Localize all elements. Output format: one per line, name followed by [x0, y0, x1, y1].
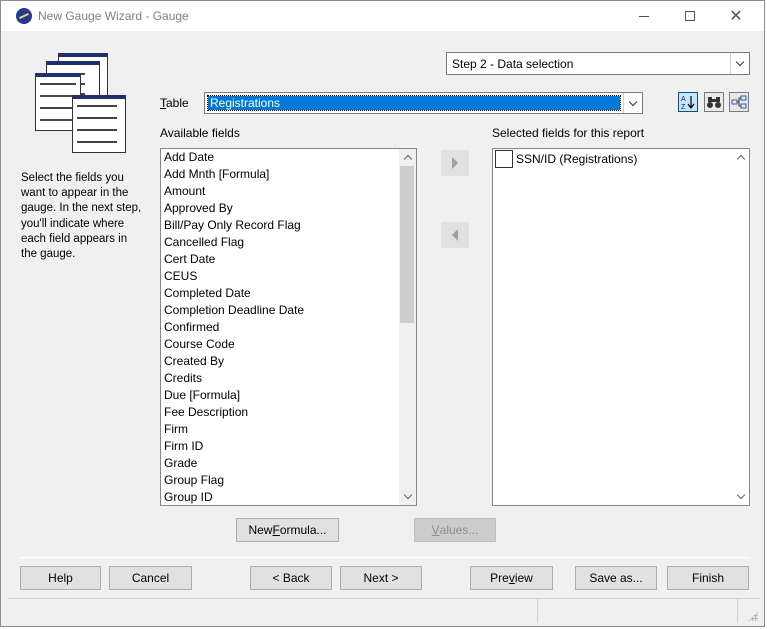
arrow-right-icon — [452, 157, 458, 169]
available-list-scrollbar[interactable] — [399, 149, 416, 505]
list-item[interactable]: Firm — [161, 421, 399, 438]
minimize-icon — [639, 15, 649, 17]
add-field-button[interactable] — [441, 150, 469, 176]
list-item[interactable]: Fee Description — [161, 404, 399, 421]
scroll-up-button[interactable] — [399, 149, 416, 166]
step-select-value: Step 2 - Data selection — [452, 57, 574, 71]
tree-view-button[interactable] — [729, 92, 749, 112]
svg-text:A: A — [681, 96, 686, 103]
list-item[interactable]: CEUS — [161, 268, 399, 285]
table-select[interactable]: Registrations — [204, 92, 643, 114]
chevron-down-icon — [736, 490, 745, 500]
chevron-down-icon — [403, 490, 412, 500]
available-fields-list[interactable]: Add Date Add Mnth [Formula] Amount Approved… — [160, 148, 417, 506]
scroll-thumb[interactable] — [400, 166, 414, 323]
app-icon — [16, 8, 32, 24]
status-pane — [8, 599, 538, 623]
separator — [20, 557, 750, 558]
next-button[interactable]: Next > — [340, 566, 422, 590]
instructions-text: Select the fields you want to appear in … — [21, 172, 142, 261]
scroll-up-button[interactable] — [732, 149, 749, 166]
list-item[interactable]: Cancelled Flag — [161, 234, 399, 251]
wizard-window: New Gauge Wizard - Gauge ✕ Select the fi… — [0, 0, 765, 627]
chevron-down-icon — [623, 93, 642, 113]
help-button[interactable]: Help — [20, 566, 101, 590]
maximize-icon — [685, 11, 695, 21]
resize-grip-icon[interactable] — [748, 611, 758, 621]
table-select-value: Registrations — [207, 95, 621, 111]
minimize-button[interactable] — [621, 1, 667, 31]
close-button[interactable]: ✕ — [713, 1, 759, 31]
find-button[interactable] — [704, 92, 724, 112]
table-label: Table — [160, 96, 189, 110]
sort-az-icon: A Z — [681, 96, 695, 110]
status-pane — [538, 599, 738, 623]
list-item[interactable]: Course Code — [161, 336, 399, 353]
preview-button[interactable]: Pre v iew — [470, 566, 553, 590]
list-item[interactable]: Completed Date — [161, 285, 399, 302]
scroll-down-button[interactable] — [399, 488, 416, 505]
list-item[interactable]: Group ID — [161, 489, 399, 505]
svg-text:Z: Z — [681, 104, 686, 110]
available-fields-label: Available fields — [160, 126, 240, 140]
list-item[interactable]: Created By — [161, 353, 399, 370]
step-select[interactable]: Step 2 - Data selection — [446, 52, 750, 75]
list-item[interactable]: Credits — [161, 370, 399, 387]
list-item[interactable]: SSN/ID (Registrations) — [495, 150, 637, 168]
status-bar — [8, 598, 760, 623]
window-title: New Gauge Wizard - Gauge — [38, 9, 189, 23]
list-item[interactable]: Add Mnth [Formula] — [161, 166, 399, 183]
list-item[interactable]: Completion Deadline Date — [161, 302, 399, 319]
list-item[interactable]: Bill/Pay Only Record Flag — [161, 217, 399, 234]
title-bar: New Gauge Wizard - Gauge ✕ — [1, 1, 764, 31]
field-checkbox[interactable] — [495, 150, 513, 168]
chevron-down-icon — [730, 53, 749, 74]
sort-az-button[interactable]: A Z — [678, 92, 698, 112]
remove-field-button[interactable] — [441, 222, 469, 248]
arrow-left-icon — [452, 229, 458, 241]
close-icon: ✕ — [729, 8, 743, 25]
list-item[interactable]: Add Date — [161, 149, 399, 166]
tree-view-icon — [731, 95, 747, 109]
list-item[interactable]: Amount — [161, 183, 399, 200]
list-item[interactable]: Group Flag — [161, 472, 399, 489]
list-item[interactable]: Cert Date — [161, 251, 399, 268]
report-pages-icon — [34, 51, 128, 155]
maximize-button[interactable] — [667, 1, 713, 31]
finish-button[interactable]: Finish — [667, 566, 749, 590]
list-item[interactable]: Due [Formula] — [161, 387, 399, 404]
list-item-label: SSN/ID (Registrations) — [516, 152, 638, 166]
new-formula-button[interactable]: New Formula... — [236, 518, 339, 542]
values-button[interactable]: Values... — [414, 518, 496, 542]
save-as-button[interactable]: Save as... — [575, 566, 657, 590]
selected-fields-label: Selected fields for this report — [492, 126, 645, 140]
selected-fields-list[interactable]: SSN/ID (Registrations) — [492, 148, 750, 506]
cancel-button[interactable]: Cancel — [109, 566, 192, 590]
chevron-up-icon — [736, 154, 745, 164]
back-button[interactable]: < Back — [250, 566, 332, 590]
list-item[interactable]: Firm ID — [161, 438, 399, 455]
list-item[interactable]: Confirmed — [161, 319, 399, 336]
selected-list-scrollbar[interactable] — [732, 149, 749, 505]
list-item[interactable]: Approved By — [161, 200, 399, 217]
chevron-up-icon — [403, 154, 412, 164]
scroll-down-button[interactable] — [732, 488, 749, 505]
binoculars-icon — [707, 97, 721, 108]
list-item[interactable]: Grade — [161, 455, 399, 472]
